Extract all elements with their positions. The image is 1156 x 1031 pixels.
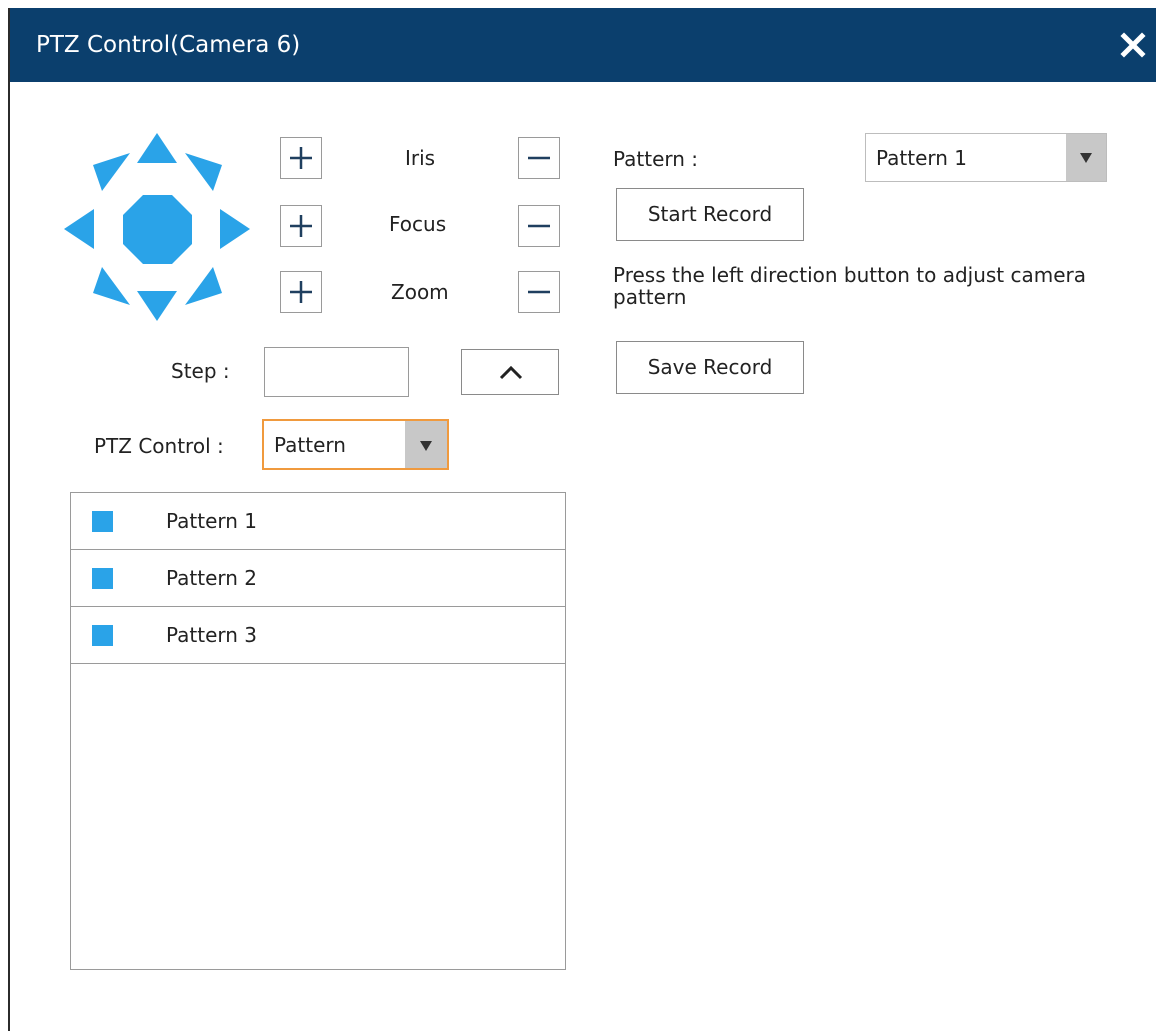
- direction-up-right-button[interactable]: [185, 153, 222, 191]
- step-label: Step :: [171, 359, 230, 383]
- plus-icon: [290, 281, 312, 303]
- chevron-down-icon: [1080, 153, 1092, 163]
- list-item-label: Pattern 1: [166, 509, 258, 533]
- direction-down-right-button[interactable]: [185, 267, 222, 305]
- direction-center-button[interactable]: [123, 195, 192, 264]
- plus-icon: [290, 147, 312, 169]
- ptz-control-select[interactable]: Pattern: [262, 419, 449, 470]
- zoom-plus-button[interactable]: [280, 271, 322, 313]
- chevron-up-icon: [499, 365, 523, 380]
- direction-up-button[interactable]: [137, 133, 177, 163]
- focus-plus-button[interactable]: [280, 205, 322, 247]
- dropdown-arrow: [1066, 134, 1106, 181]
- focus-label: Focus: [389, 212, 447, 236]
- minus-icon: [528, 224, 550, 228]
- pattern-label: Pattern :: [613, 147, 699, 171]
- plus-icon: [290, 215, 312, 237]
- direction-up-left-button[interactable]: [93, 153, 130, 191]
- close-icon: [1120, 32, 1146, 58]
- iris-plus-button[interactable]: [280, 137, 322, 179]
- direction-left-button[interactable]: [64, 209, 94, 249]
- step-input[interactable]: [264, 347, 409, 397]
- zoom-label: Zoom: [391, 280, 449, 304]
- pattern-selected: Pattern 1: [876, 146, 968, 170]
- direction-down-button[interactable]: [137, 291, 177, 321]
- list-item[interactable]: Pattern 1: [71, 493, 565, 550]
- chevron-down-icon: [420, 441, 432, 451]
- dropdown-arrow: [405, 421, 447, 468]
- list-item[interactable]: Pattern 2: [71, 550, 565, 607]
- pattern-list: Pattern 1 Pattern 2 Pattern 3: [70, 492, 566, 970]
- pattern-hint-text: Press the left direction button to adjus…: [613, 263, 1087, 309]
- start-record-button[interactable]: Start Record: [616, 188, 804, 241]
- direction-down-left-button[interactable]: [93, 267, 130, 305]
- focus-minus-button[interactable]: [518, 205, 560, 247]
- list-item-label: Pattern 2: [166, 566, 258, 590]
- ptz-control-dialog: PTZ Control(Camera 6) Iris Focus Zoom St…: [8, 8, 1156, 1031]
- ptz-control-selected: Pattern: [274, 433, 346, 457]
- minus-icon: [528, 290, 550, 294]
- step-up-button[interactable]: [461, 349, 559, 395]
- ptz-control-label: PTZ Control :: [94, 434, 224, 458]
- pattern-select[interactable]: Pattern 1: [865, 133, 1107, 182]
- zoom-minus-button[interactable]: [518, 271, 560, 313]
- iris-label: Iris: [405, 146, 436, 170]
- close-button[interactable]: [1118, 30, 1148, 60]
- pattern-color-icon: [92, 511, 113, 532]
- iris-minus-button[interactable]: [518, 137, 560, 179]
- list-item[interactable]: Pattern 3: [71, 607, 565, 664]
- pattern-color-icon: [92, 568, 113, 589]
- ptz-direction-pad: [64, 133, 250, 321]
- dialog-title: PTZ Control(Camera 6): [36, 32, 301, 58]
- minus-icon: [528, 156, 550, 160]
- pattern-color-icon: [92, 625, 113, 646]
- list-item-label: Pattern 3: [166, 623, 258, 647]
- direction-right-button[interactable]: [220, 209, 250, 249]
- save-record-button[interactable]: Save Record: [616, 341, 804, 394]
- title-bar: PTZ Control(Camera 6): [10, 8, 1156, 82]
